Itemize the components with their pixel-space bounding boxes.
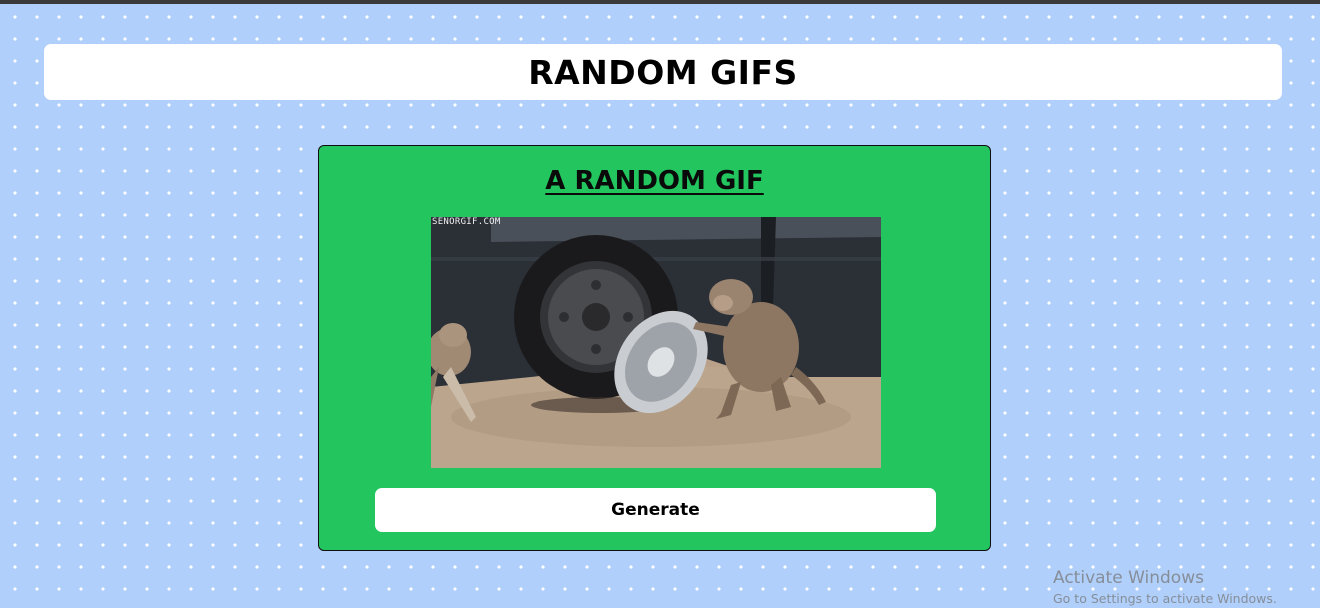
page-title: RANDOM GIFS: [528, 52, 798, 92]
generate-button[interactable]: Generate: [375, 488, 936, 532]
gif-watermark-text: SENORGIF.COM: [432, 217, 501, 227]
gif-card: A RANDOM GIF SENORGIF.COM Generate: [318, 145, 991, 551]
card-title: A RANDOM GIF: [545, 166, 764, 196]
page-header: RANDOM GIFS: [44, 44, 1282, 100]
activate-windows-watermark: Activate Windows Go to Settings to activ…: [1053, 568, 1277, 606]
gif-illustration: [431, 217, 881, 468]
window-top-border: [0, 0, 1320, 4]
activate-windows-title: Activate Windows: [1053, 568, 1204, 588]
activate-windows-subtitle: Go to Settings to activate Windows.: [1053, 591, 1277, 606]
random-gif-image: SENORGIF.COM: [431, 217, 881, 468]
